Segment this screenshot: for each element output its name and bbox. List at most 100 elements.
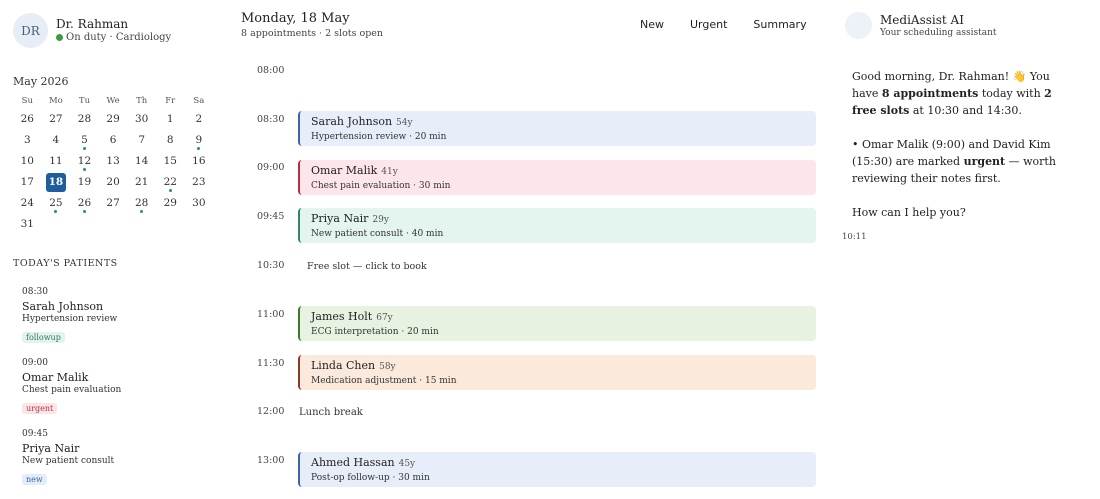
assistant-urgent-note: • Omar Malik (9:00) and David Kim (15:30… — [852, 136, 1062, 187]
appointments-summary: 8 appointments · 2 slots open — [241, 28, 384, 39]
patient-time: 08:30 — [22, 287, 48, 297]
calendar-day[interactable]: 14 — [127, 151, 156, 172]
patient-reason: New patient consult — [22, 456, 115, 466]
doctor-name: Dr. Rahman — [56, 16, 129, 31]
greeting-text: today with — [978, 87, 1045, 100]
calendar-day[interactable]: 30 — [185, 193, 214, 214]
day-of-week-label: Su — [21, 96, 33, 106]
calendar-day[interactable]: 29 — [156, 193, 185, 214]
calendar-day[interactable]: 2 — [185, 109, 214, 130]
appointment-detail: Medication adjustment · 15 min — [311, 376, 457, 386]
appointment-card[interactable]: James Holt 67y ECG interpretation · 20 mi… — [298, 306, 816, 341]
day-of-week-label: Fr — [165, 96, 176, 106]
calendar-month-title: May 2026 — [13, 75, 69, 88]
calendar-day[interactable]: 5 — [70, 130, 99, 151]
time-label: 08:30 — [257, 114, 285, 125]
message-timestamp: 10:11 — [842, 232, 867, 242]
calendar-day[interactable]: 15 — [156, 151, 185, 172]
doctor-profile[interactable]: DR Dr. Rahman On duty · Cardiology — [13, 13, 171, 48]
appointment-age: 29y — [372, 215, 389, 225]
toolbar: New Urgent Summary — [640, 18, 833, 31]
day-of-week-label: Sa — [193, 96, 205, 106]
patient-name: Sarah Johnson — [22, 300, 104, 313]
assistant-avatar — [845, 12, 872, 39]
calendar-day[interactable]: 31 — [13, 214, 42, 235]
calendar-day[interactable]: 23 — [185, 172, 214, 193]
calendar-day[interactable]: 10 — [13, 151, 42, 172]
calendar-day[interactable]: 12 — [70, 151, 99, 172]
calendar-day[interactable]: 26 — [70, 193, 99, 214]
appointment-patient-name: Linda Chen — [311, 359, 376, 372]
patient-item[interactable]: 09:45 Priya Nair New patient consult new — [22, 428, 212, 486]
patient-item[interactable]: 08:30 Sarah Johnson Hypertension review … — [22, 286, 212, 344]
appointment-patient-name: Priya Nair — [311, 212, 369, 225]
sidebar: DR Dr. Rahman On duty · Cardiology May 2… — [0, 0, 228, 499]
time-label: 10:30 — [257, 260, 285, 271]
patient-name: Omar Malik — [22, 371, 89, 384]
patient-reason: Chest pain evaluation — [22, 385, 122, 395]
calendar-day[interactable]: 6 — [99, 130, 128, 151]
patient-item[interactable]: 09:00 Omar Malik Chest pain evaluation u… — [22, 357, 212, 415]
calendar-day[interactable]: 26 — [13, 109, 42, 130]
free-slot-link[interactable]: Free slot — click to book — [307, 261, 427, 272]
calendar-day[interactable]: 20 — [99, 172, 128, 193]
calendar-day[interactable]: 29 — [99, 109, 128, 130]
calendar-day[interactable]: 9 — [185, 130, 214, 151]
calendar-day[interactable]: 28 — [127, 193, 156, 214]
assistant-name: MediAssist AI — [880, 12, 964, 27]
calendar-day[interactable]: 21 — [127, 172, 156, 193]
greeting-text: at 10:30 and 14:30. — [909, 104, 1022, 117]
appointment-detail: ECG interpretation · 20 min — [311, 327, 439, 337]
new-button[interactable]: New — [640, 18, 664, 31]
appointment-detail: Chest pain evaluation · 30 min — [311, 181, 451, 191]
calendar-day[interactable]: 24 — [13, 193, 42, 214]
calendar-day[interactable]: 8 — [156, 130, 185, 151]
calendar-day[interactable]: 11 — [42, 151, 71, 172]
calendar-day[interactable]: 4 — [42, 130, 71, 151]
calendar-day[interactable]: 13 — [99, 151, 128, 172]
patient-tag: urgent — [22, 403, 58, 414]
appointment-card[interactable]: Ahmed Hassan 45y Post-op follow-up · 30 m… — [298, 452, 816, 487]
appointment-patient-name: Ahmed Hassan — [311, 456, 395, 469]
appointment-patient-name: Sarah Johnson — [311, 115, 393, 128]
appointment-card[interactable]: Sarah Johnson 54y Hypertension review · 2… — [298, 111, 816, 146]
appointment-age: 41y — [381, 167, 398, 177]
calendar-day[interactable]: 22 — [156, 172, 185, 193]
calendar-day[interactable]: 28 — [70, 109, 99, 130]
calendar-day[interactable]: 30 — [127, 109, 156, 130]
appointment-card[interactable]: Priya Nair 29y New patient consult · 40 m… — [298, 208, 816, 243]
urgent-word: urgent — [963, 155, 1006, 168]
patient-tag: followup — [22, 332, 65, 343]
day-of-week-label: Th — [136, 96, 148, 106]
calendar-day[interactable]: 27 — [42, 109, 71, 130]
summary-button[interactable]: Summary — [753, 18, 806, 31]
appointment-card[interactable]: Omar Malik 41y Chest pain evaluation · 30… — [298, 160, 816, 195]
calendar-day[interactable]: 19 — [70, 172, 99, 193]
patient-tag: new — [22, 474, 47, 485]
time-label: 09:00 — [257, 162, 285, 173]
event-dot-icon — [54, 210, 58, 213]
calendar-day[interactable]: 18 — [45, 173, 67, 192]
assistant-header: MediAssist AI Your scheduling assistant — [845, 12, 997, 39]
appointment-age: 67y — [376, 313, 393, 323]
todays-patients-heading: TODAY'S PATIENTS — [13, 258, 118, 269]
status-text: On duty · Cardiology — [66, 31, 172, 43]
calendar-day[interactable]: 7 — [127, 130, 156, 151]
calendar-day[interactable]: 27 — [99, 193, 128, 214]
appointment-age: 45y — [398, 459, 416, 469]
assistant-subtitle: Your scheduling assistant — [880, 27, 997, 38]
calendar-day[interactable]: 3 — [13, 130, 42, 151]
calendar-day[interactable]: 17 — [13, 172, 42, 193]
calendar-day[interactable]: 16 — [185, 151, 214, 172]
patient-time: 09:45 — [22, 429, 48, 439]
day-of-week-label: Tu — [78, 96, 91, 106]
time-label: 11:00 — [257, 309, 285, 320]
calendar-day[interactable]: 1 — [156, 109, 185, 130]
appointment-detail: Post-op follow-up · 30 min — [311, 473, 430, 483]
doctor-status: On duty · Cardiology — [56, 31, 171, 45]
appointment-card[interactable]: Linda Chen 58y Medication adjustment · 15… — [298, 355, 816, 390]
time-label: 11:30 — [257, 358, 285, 369]
calendar-day[interactable]: 25 — [42, 193, 71, 214]
urgent-button[interactable]: Urgent — [690, 18, 727, 31]
patient-name: Priya Nair — [22, 442, 80, 455]
